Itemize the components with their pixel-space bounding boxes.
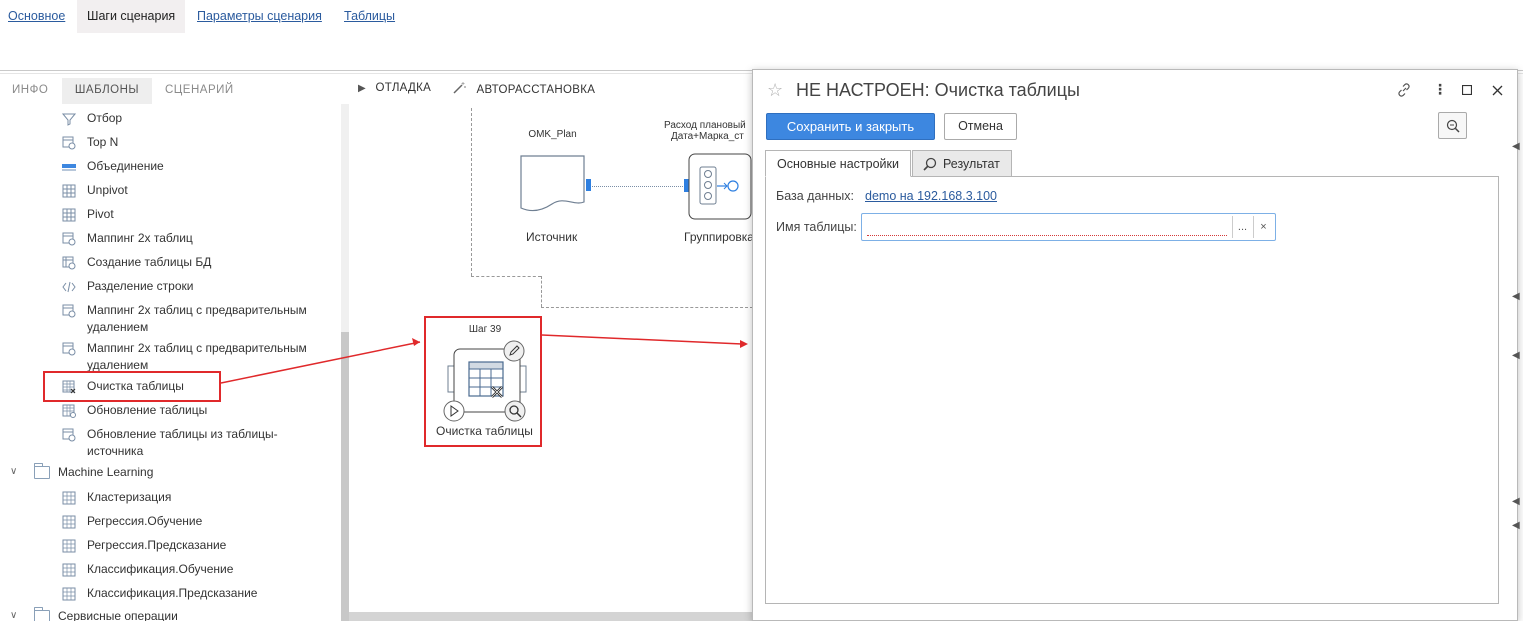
db-link[interactable]: demo на 192.168.3.100: [865, 189, 997, 203]
annotation-arrows: [220, 334, 748, 384]
maximize-icon[interactable]: [1462, 85, 1472, 95]
star-icon[interactable]: ☆: [767, 80, 783, 101]
db-label: База данных:: [776, 189, 854, 203]
table-name-field[interactable]: ... ×: [861, 213, 1276, 241]
more-icon[interactable]: ⋮: [1433, 81, 1447, 98]
dialog-title: НЕ НАСТРОЕН: Очистка таблицы: [796, 80, 1080, 100]
close-icon[interactable]: [1492, 85, 1503, 96]
table-name-input[interactable]: [866, 217, 1228, 237]
tab-main-settings[interactable]: Основные настройки: [765, 150, 911, 177]
search-icon: [923, 157, 937, 171]
cancel-button[interactable]: Отмена: [944, 113, 1017, 140]
edge-arrow-icon: ◀: [1512, 496, 1520, 507]
zoom-icon: [1446, 119, 1460, 133]
edge-arrow-icon: ◀: [1512, 291, 1520, 302]
tab-result-label: Результат: [943, 157, 1000, 171]
select-button[interactable]: ...: [1232, 216, 1252, 238]
edge-arrow-icon: ◀: [1512, 520, 1520, 531]
link-icon[interactable]: [1396, 82, 1412, 98]
step-settings-dialog: ☆ НЕ НАСТРОЕН: Очистка таблицы ⋮ Сохрани…: [752, 69, 1518, 621]
search-button[interactable]: [1438, 112, 1467, 139]
edge-arrow-icon: ◀: [1512, 141, 1520, 152]
save-and-close-button[interactable]: Сохранить и закрыть: [766, 113, 935, 140]
table-name-label: Имя таблицы:: [776, 220, 857, 234]
edge-arrow-icon: ◀: [1512, 350, 1520, 361]
clear-button[interactable]: ×: [1253, 216, 1273, 238]
tab-result[interactable]: Результат: [912, 150, 1012, 177]
required-underline: [867, 235, 1227, 236]
